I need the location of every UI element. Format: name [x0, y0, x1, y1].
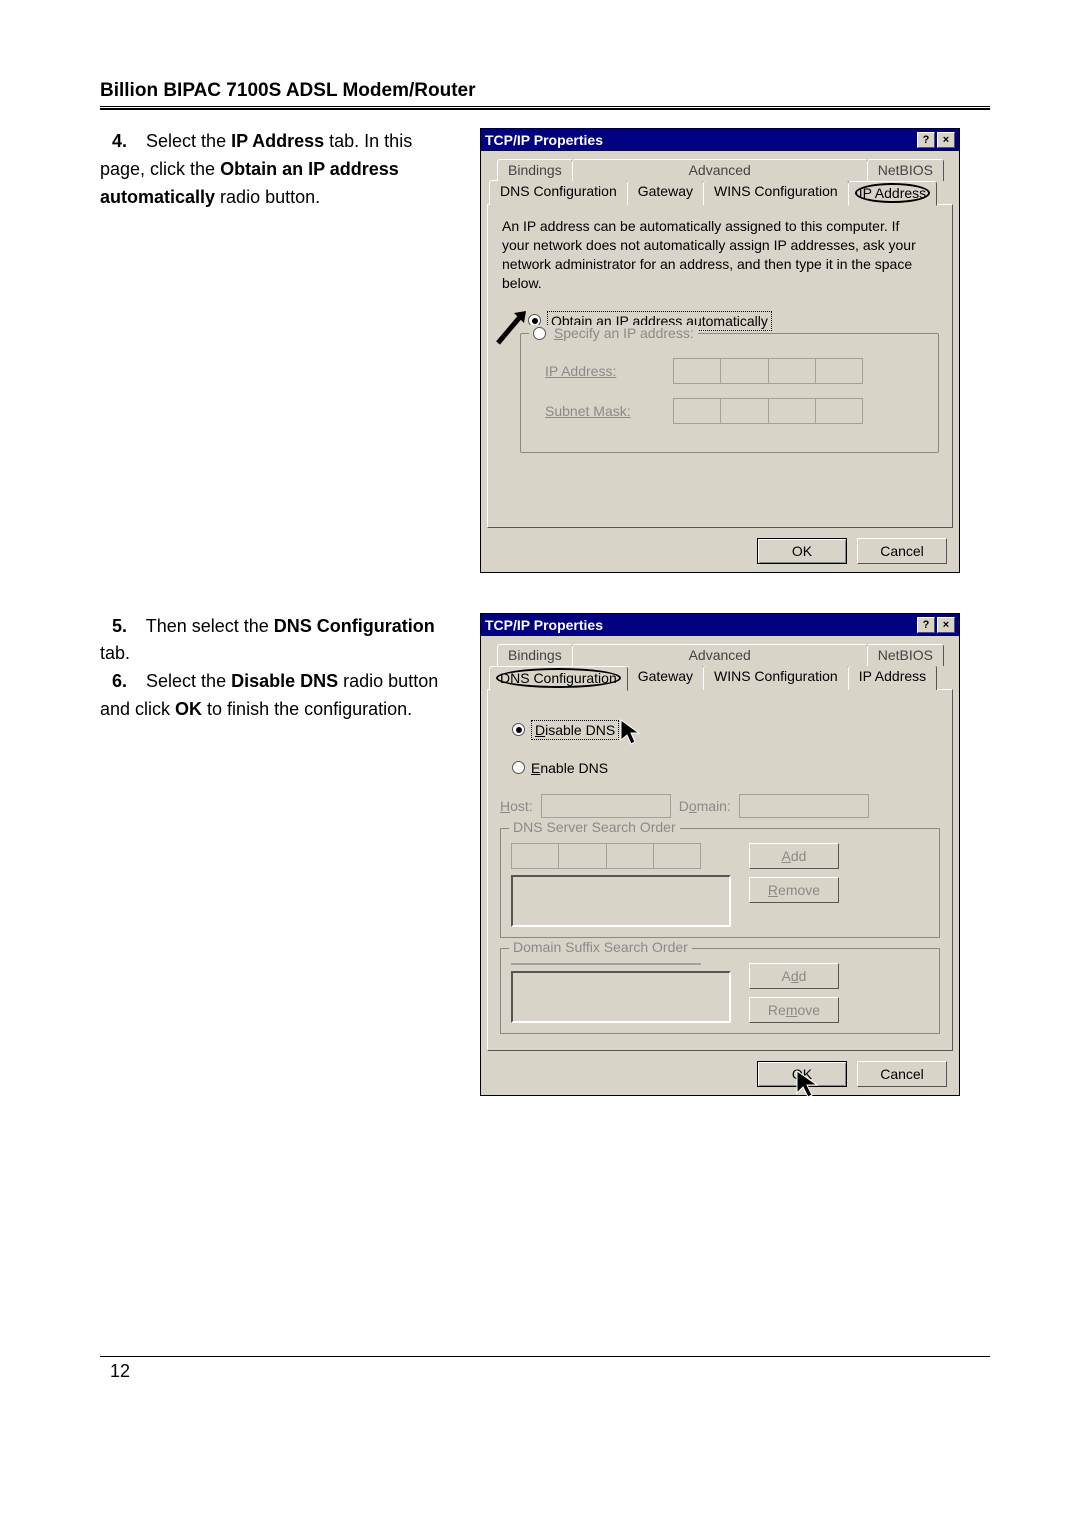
tab-advanced[interactable]: Advanced: [572, 644, 868, 666]
tab-netbios[interactable]: NetBIOS: [867, 159, 944, 181]
tab-bindings[interactable]: Bindings: [497, 159, 573, 181]
tab-wins-configuration[interactable]: WINS Configuration: [703, 180, 849, 205]
host-label: Host:: [500, 798, 533, 814]
tab-gateway[interactable]: Gateway: [627, 180, 704, 205]
close-icon[interactable]: ×: [937, 132, 955, 148]
step-num-5: 5.: [112, 616, 141, 636]
tab-dns-configuration[interactable]: DNS Configuration: [489, 666, 628, 691]
dns-server-list[interactable]: [511, 875, 731, 927]
host-input[interactable]: [541, 794, 671, 818]
tcpip-properties-dialog-1: TCP/IP Properties ? × Bindings Advanced …: [480, 128, 960, 573]
tab-netbios[interactable]: NetBIOS: [867, 644, 944, 666]
page-number: 12: [110, 1361, 130, 1382]
dns-server-input[interactable]: [511, 843, 701, 869]
titlebar: TCP/IP Properties ? ×: [481, 129, 959, 151]
radio-specify-row: Specify an IP address:: [529, 325, 698, 341]
doc-header: Billion BIPAC 7100S ADSL Modem/Router: [100, 80, 990, 102]
domain-suffix-input[interactable]: [511, 963, 701, 965]
dialog-title: TCP/IP Properties: [485, 132, 603, 148]
tab-advanced[interactable]: Advanced: [572, 159, 868, 181]
subnet-mask-label: Subnet Mask:: [545, 403, 655, 419]
domain-label: Domain:: [679, 798, 731, 814]
remove-button[interactable]: Remove: [749, 877, 839, 903]
titlebar: TCP/IP Properties ? ×: [481, 614, 959, 636]
help-icon[interactable]: ?: [917, 617, 935, 633]
annotation-arrow-icon: [494, 307, 530, 347]
step-num-6: 6.: [112, 671, 141, 691]
subnet-mask-input[interactable]: [673, 398, 863, 424]
domain-input[interactable]: [739, 794, 869, 818]
tab-ip-address[interactable]: IP Address: [848, 181, 937, 206]
instruction-block-4: 4. Select the IP Address tab. In this pa…: [100, 128, 450, 212]
cursor-icon: [793, 1067, 827, 1101]
header-rule: [100, 106, 990, 110]
tab-gateway[interactable]: Gateway: [627, 665, 704, 690]
tab-dns-configuration[interactable]: DNS Configuration: [489, 180, 628, 205]
page-footer: 12: [100, 1356, 990, 1382]
dialog-title: TCP/IP Properties: [485, 617, 603, 633]
radio-specify[interactable]: [533, 327, 546, 340]
dns-server-order-label: DNS Server Search Order: [509, 819, 680, 835]
add-button[interactable]: Add: [749, 843, 839, 869]
tab-bindings[interactable]: Bindings: [497, 644, 573, 666]
ok-button[interactable]: OK: [757, 538, 847, 564]
add-button-2[interactable]: Add: [749, 963, 839, 989]
remove-button-2[interactable]: Remove: [749, 997, 839, 1023]
ip-address-label: IP Address:: [545, 363, 655, 379]
radio-disable-dns[interactable]: [512, 723, 525, 736]
domain-suffix-list[interactable]: [511, 971, 731, 1023]
help-text: An IP address can be automatically assig…: [502, 217, 929, 293]
cancel-button[interactable]: Cancel: [857, 1061, 947, 1087]
instruction-block-5-6: 5. Then select the DNS Configuration tab…: [100, 613, 450, 725]
tab-wins-configuration[interactable]: WINS Configuration: [703, 665, 849, 690]
cursor-icon: [619, 718, 647, 748]
help-icon[interactable]: ?: [917, 132, 935, 148]
step-num-4: 4.: [112, 131, 141, 151]
tcpip-properties-dialog-2: TCP/IP Properties ? × Bindings Advanced …: [480, 613, 960, 1096]
tab-ip-address[interactable]: IP Address: [848, 665, 937, 690]
close-icon[interactable]: ×: [937, 617, 955, 633]
cancel-button[interactable]: Cancel: [857, 538, 947, 564]
domain-suffix-order-label: Domain Suffix Search Order: [509, 939, 692, 955]
ip-address-input[interactable]: [673, 358, 863, 384]
radio-enable-dns[interactable]: [512, 761, 525, 774]
